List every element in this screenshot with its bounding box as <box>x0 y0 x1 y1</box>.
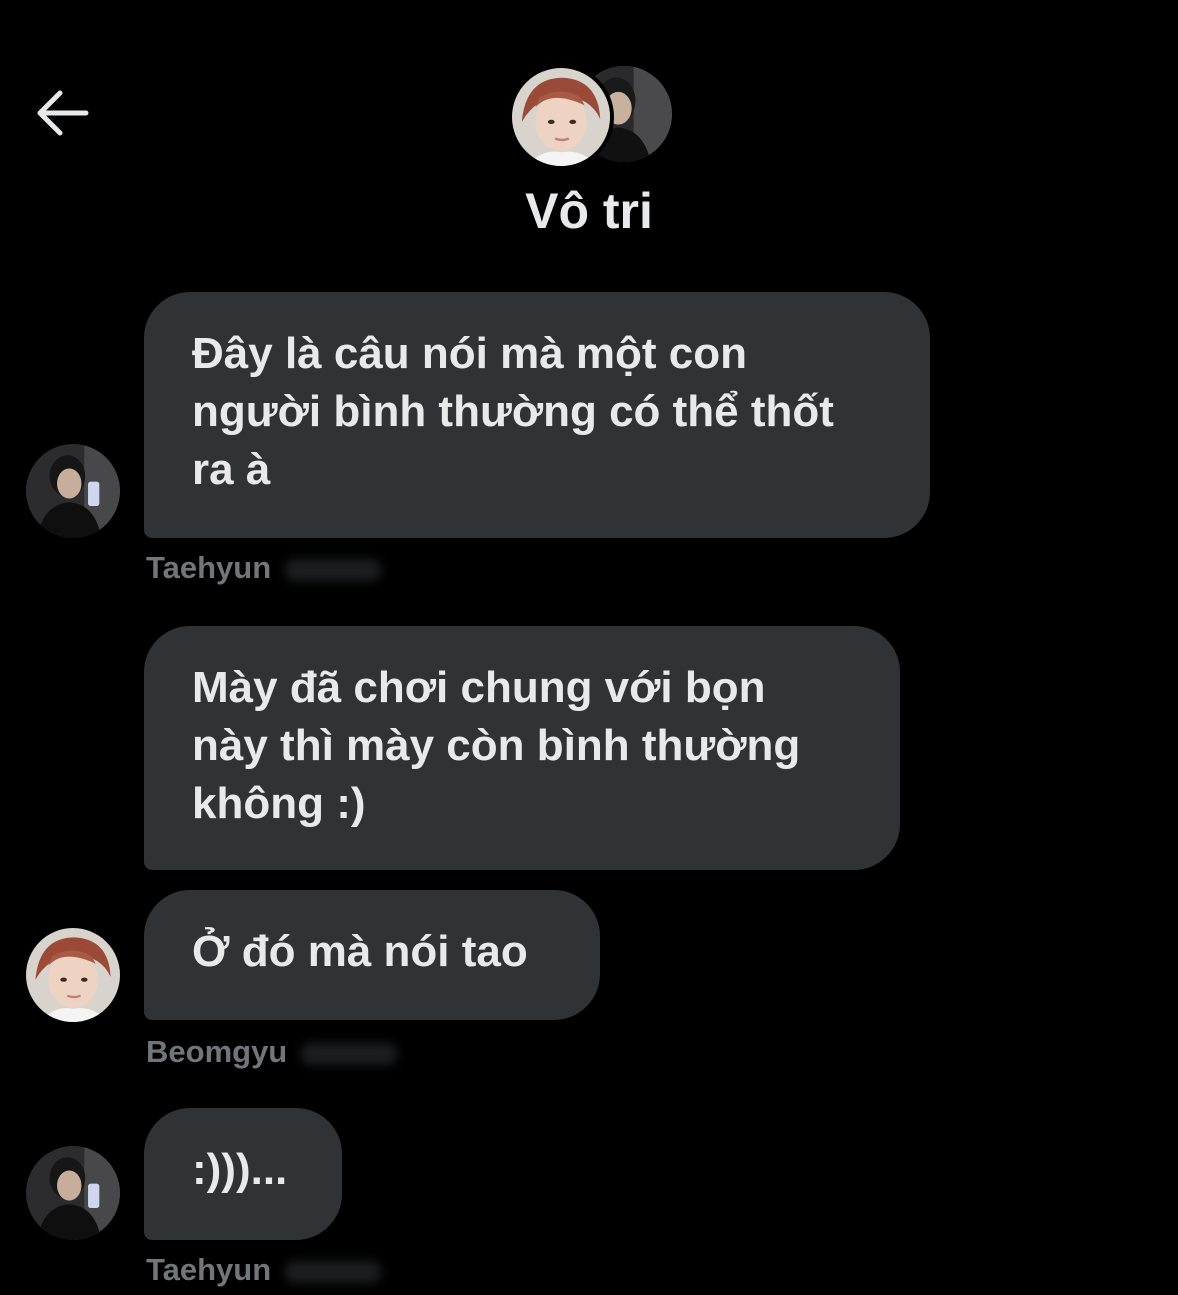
sender-name: Taehyun <box>146 550 272 585</box>
message-text: không :) <box>192 779 366 828</box>
timestamp-blurred <box>301 1042 398 1065</box>
timestamp-blurred <box>285 1260 382 1283</box>
message-text: Ở đó mà nói tao <box>192 927 528 976</box>
avatar-taehyun[interactable] <box>26 444 120 538</box>
message-text: :)))... <box>192 1145 288 1194</box>
message-sender: Taehyun <box>146 1252 382 1288</box>
sender-name: Beomgyu <box>146 1034 288 1069</box>
back-button[interactable] <box>30 84 94 142</box>
message-bubble[interactable]: :)))... <box>144 1108 342 1240</box>
sender-name: Taehyun <box>146 1252 272 1287</box>
group-avatar[interactable] <box>506 64 672 170</box>
message-bubble[interactable]: Mày đã chơi chung với bọn này thì mày cò… <box>144 626 900 870</box>
message-sender: Beomgyu <box>146 1034 398 1070</box>
avatar-taehyun[interactable] <box>26 1146 120 1240</box>
arrow-left-icon <box>37 90 89 136</box>
message-sender: Taehyun <box>146 550 382 586</box>
avatar-beomgyu <box>508 64 614 170</box>
message-bubble[interactable]: Đây là câu nói mà một con người bình thư… <box>144 292 930 538</box>
message-text: người bình thường có thể thốt <box>192 387 834 436</box>
message-bubble[interactable]: Ở đó mà nói tao <box>144 890 600 1020</box>
message-text: này thì mày còn bình thường <box>192 721 801 770</box>
message-text: Đây là câu nói mà một con <box>192 329 748 378</box>
conversation-title: Vô tri <box>525 183 653 239</box>
avatar-beomgyu[interactable] <box>26 928 120 1022</box>
message-text: ra à <box>192 445 271 494</box>
timestamp-blurred <box>285 558 382 581</box>
message-text: Mày đã chơi chung với bọn <box>192 663 766 712</box>
